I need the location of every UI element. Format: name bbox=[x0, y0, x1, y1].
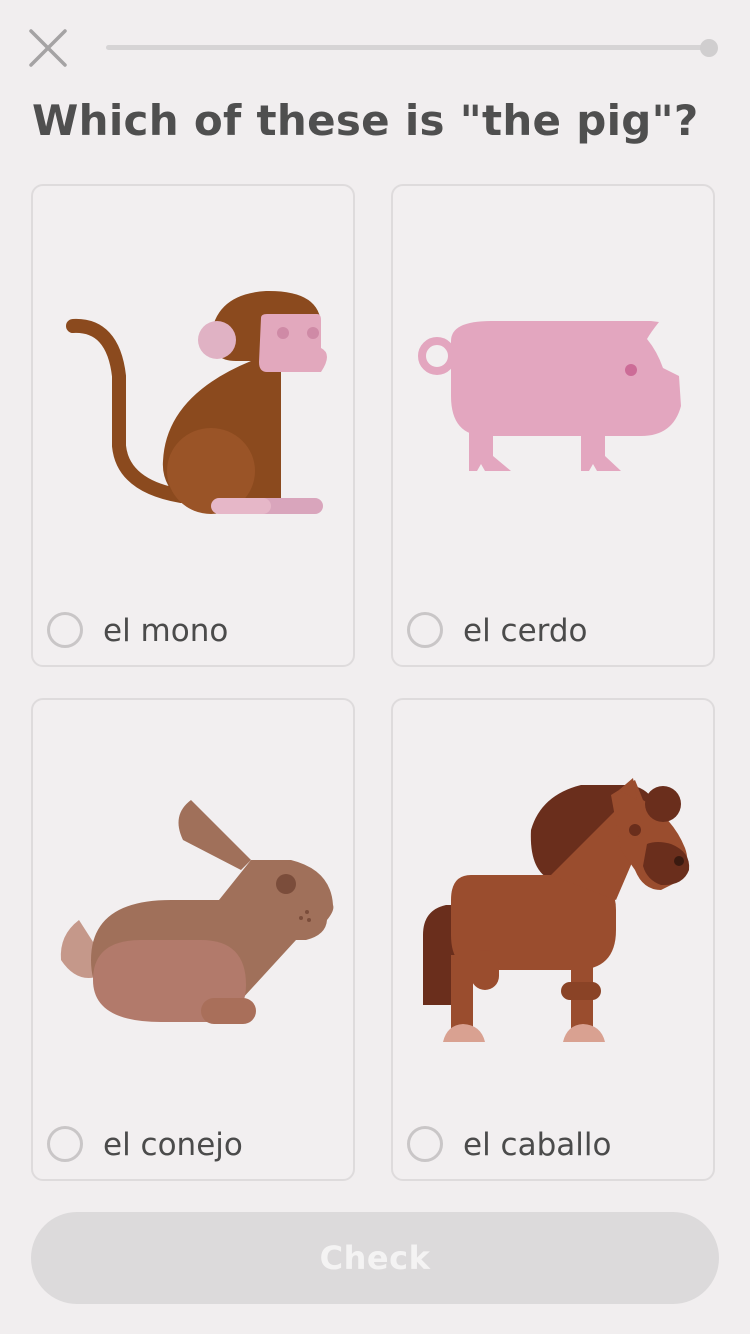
option-label: el caballo bbox=[463, 1127, 612, 1163]
monkey-icon bbox=[66, 290, 327, 514]
option-card-horse[interactable]: el caballo bbox=[391, 698, 715, 1181]
option-label: el conejo bbox=[103, 1127, 243, 1163]
option-label: el mono bbox=[103, 613, 229, 649]
rabbit-icon bbox=[60, 800, 334, 1024]
check-button[interactable]: Check bbox=[31, 1212, 719, 1304]
radio-button[interactable] bbox=[407, 1126, 443, 1162]
radio-button[interactable] bbox=[407, 612, 443, 648]
close-button[interactable] bbox=[26, 26, 70, 70]
progress-indicator bbox=[700, 39, 718, 57]
progress-bar bbox=[106, 45, 708, 50]
radio-button[interactable] bbox=[47, 1126, 83, 1162]
option-card-monkey[interactable]: el mono bbox=[31, 184, 355, 667]
question-title: Which of these is "the pig"? bbox=[32, 96, 699, 145]
option-card-pig[interactable]: el cerdo bbox=[391, 184, 715, 667]
pig-icon bbox=[418, 321, 681, 471]
horse-icon bbox=[423, 778, 690, 1042]
radio-button[interactable] bbox=[47, 612, 83, 648]
option-card-rabbit[interactable]: el conejo bbox=[31, 698, 355, 1181]
option-label: el cerdo bbox=[463, 613, 588, 649]
close-icon bbox=[29, 29, 67, 67]
